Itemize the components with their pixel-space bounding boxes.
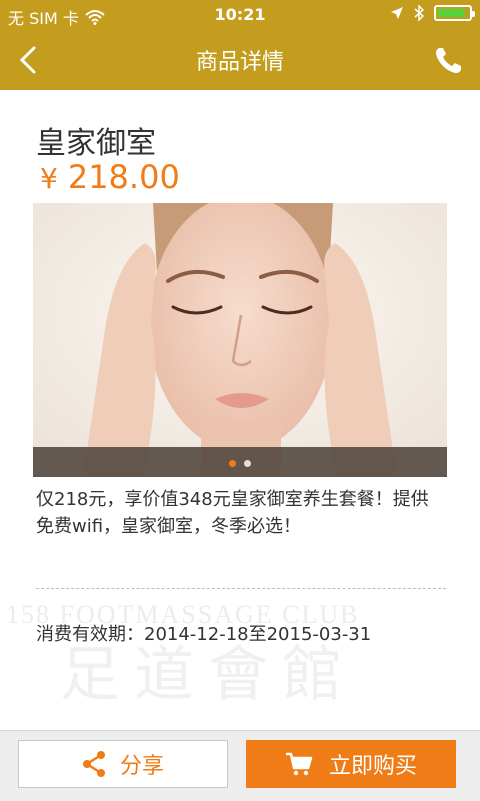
product-image bbox=[33, 203, 447, 477]
product-description: 仅218元，享价值348元皇家御室养生套餐！提供免费wifi，皇家御室，冬季必选… bbox=[36, 489, 429, 537]
bottom-action-bar: 分享 立即购买 bbox=[0, 730, 480, 801]
nav-bar: 商品详情 bbox=[0, 30, 480, 90]
share-icon bbox=[82, 751, 105, 777]
cart-icon bbox=[285, 752, 313, 776]
slider-dot[interactable] bbox=[244, 460, 251, 467]
location-arrow-icon bbox=[391, 7, 403, 19]
currency-symbol: ¥ bbox=[40, 162, 58, 195]
phone-icon bbox=[436, 48, 461, 73]
price-value: 218.00 bbox=[67, 158, 180, 196]
share-button[interactable]: 分享 bbox=[18, 740, 228, 788]
product-name: 皇家御室 bbox=[36, 126, 156, 161]
battery-icon bbox=[434, 5, 475, 21]
buy-label: 立即购买 bbox=[328, 754, 417, 779]
product-image-slider[interactable] bbox=[33, 203, 447, 477]
call-button[interactable] bbox=[432, 42, 466, 78]
battery-fill bbox=[438, 9, 465, 17]
slider-dot[interactable] bbox=[229, 460, 236, 467]
status-bar: 无 SIM 卡 10:21 bbox=[0, 0, 480, 30]
slider-pagination bbox=[33, 447, 447, 477]
share-label: 分享 bbox=[119, 754, 164, 779]
validity-period: 消费有效期：2014-12-18至2015-03-31 bbox=[36, 624, 372, 645]
product-price: ¥218.00 bbox=[40, 158, 180, 196]
status-right bbox=[390, 5, 475, 21]
buy-now-button[interactable]: 立即购买 bbox=[246, 740, 456, 788]
page-title: 商品详情 bbox=[195, 50, 284, 75]
bluetooth-icon bbox=[414, 5, 424, 21]
divider bbox=[36, 588, 446, 589]
